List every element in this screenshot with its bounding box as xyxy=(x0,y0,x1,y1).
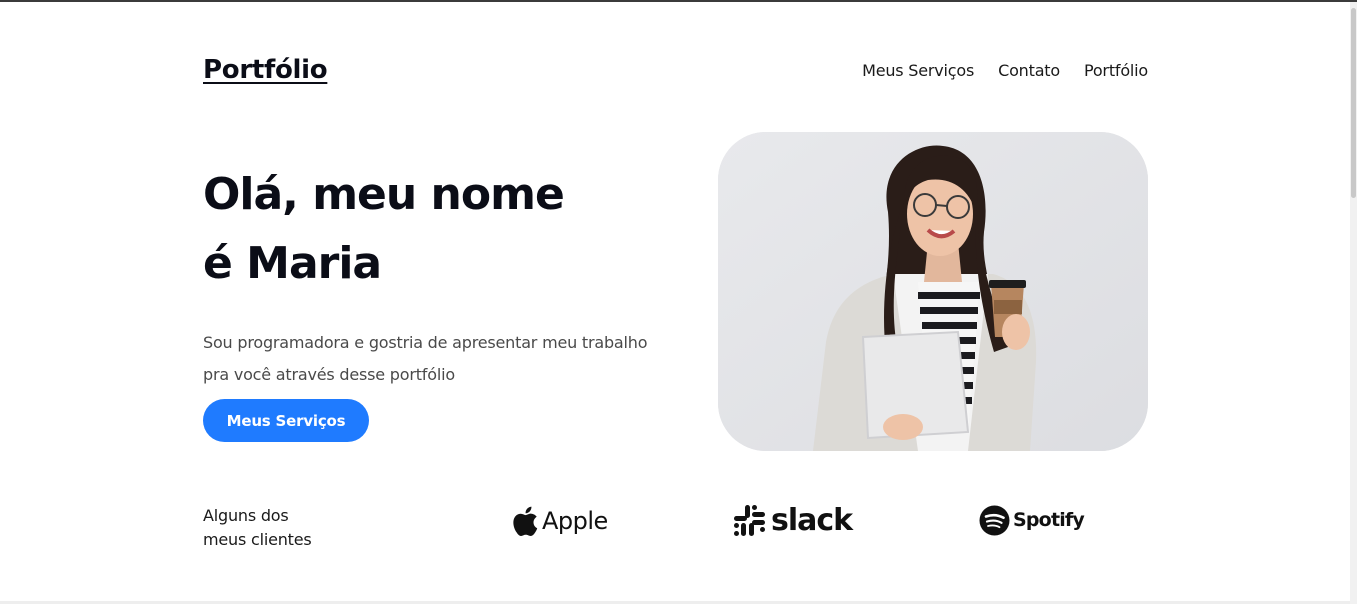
woman-holding-coffee-photo xyxy=(718,132,1148,451)
hero-description: Sou programadora e gostria de apresentar… xyxy=(203,327,683,391)
spotify-icon xyxy=(979,505,1010,535)
scrollbar-track[interactable] xyxy=(1350,2,1357,604)
nav-link-servicos[interactable]: Meus Serviços xyxy=(862,61,974,80)
hero-desc-line1: Sou programadora e gostria de apresentar… xyxy=(203,333,648,352)
profile-photo xyxy=(718,132,1148,451)
main-nav: Meus Serviços Contato Portfólio xyxy=(862,61,1148,80)
hero-desc-line2: pra você através desse portfólio xyxy=(203,365,455,384)
client-name-apple: Apple xyxy=(542,507,608,535)
hero-title-line2: é Maria xyxy=(203,238,382,289)
nav-link-portfolio[interactable]: Portfólio xyxy=(1084,61,1148,80)
apple-icon xyxy=(513,506,538,536)
clients-label-line2: meus clientes xyxy=(203,530,312,549)
hero-title-line1: Olá, meu nome xyxy=(203,169,565,220)
nav-link-contato[interactable]: Contato xyxy=(998,61,1060,80)
clients-label: Alguns dos meus clientes xyxy=(203,504,353,552)
hero-title: Olá, meu nome é Maria xyxy=(203,160,683,298)
site-header: Portfólio Meus Serviços Contato Portfóli… xyxy=(203,52,1148,88)
client-logo-spotify: Spotify xyxy=(979,503,1085,537)
clients-label-line1: Alguns dos xyxy=(203,506,289,525)
client-logo-slack: slack xyxy=(734,502,853,538)
client-logo-apple: Apple xyxy=(512,503,608,539)
window-top-border xyxy=(0,0,1357,2)
site-logo[interactable]: Portfólio xyxy=(203,55,328,85)
client-name-slack: slack xyxy=(771,502,853,538)
client-name-spotify: Spotify xyxy=(1013,509,1085,531)
services-cta-button[interactable]: Meus Serviços xyxy=(203,399,369,442)
scrollbar-thumb[interactable] xyxy=(1351,8,1356,198)
slack-icon xyxy=(734,504,765,536)
